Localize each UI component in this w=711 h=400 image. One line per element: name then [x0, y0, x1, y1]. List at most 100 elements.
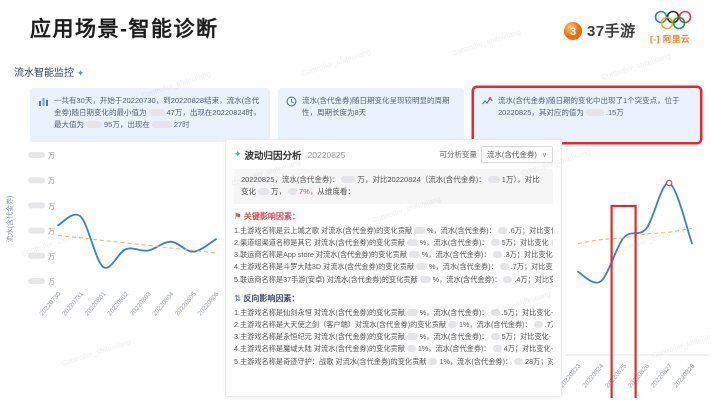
redacted-y-tick	[28, 152, 45, 158]
factor-line: 5.联运商名称是37手游(安卓) 对流水(含代金券)的变化贡献 %，流水(含代金券…	[234, 274, 553, 286]
svg-text:万: 万	[48, 228, 55, 236]
x-axis-tick: 20220827	[650, 362, 674, 389]
text-segment: %，流水(含代金券)：	[429, 262, 498, 272]
factor-line: 4.主游戏名称是魔域大陆 对流水(含代金券)的变化贡献 1%，流水(含代金券)： 4…	[234, 343, 553, 355]
x-axis-tick: 20220805	[174, 290, 198, 317]
insight-card-overview: 一共有30天，开始于20220730，到20220828结束，流水(含代金券)随…	[30, 88, 270, 142]
svg-text:万: 万	[48, 278, 55, 286]
clock-icon	[286, 96, 297, 107]
text-segment: .15万	[605, 108, 624, 117]
factor-line: 4.主游戏名称是斗罗大陆3D 对流水(含代金券)的变化贡献 %，流水(含代金券)：…	[234, 261, 553, 273]
redacted-value	[487, 176, 500, 183]
watermark: Controller_shifeixiang	[450, 27, 522, 58]
line-chart-svg: 2022082320220824202208252022082620220827…	[559, 179, 710, 400]
summary-box: 20220825，流水(含代金券)： 万，对比20220824（流水(含代金券)：…	[234, 169, 553, 204]
redacted-value	[499, 263, 509, 271]
key-factors-label: ⚑ 关键影响因素：	[234, 210, 300, 221]
text-segment: 万，对比20220824（流水(含代金券)：	[357, 175, 486, 184]
redacted-value	[414, 226, 426, 234]
redacted-value	[86, 121, 102, 128]
text-segment: .7万；对比变化-	[544, 319, 553, 329]
text-segment: 3.联运商名称是App store 对流水(含代金券)的变化贡献	[234, 250, 407, 260]
text-segment: 5.联运商名称是37手游(安卓) 对流水(含代金券)的变化贡献	[234, 274, 418, 284]
text-segment: %，流水(含代金券)：	[419, 307, 489, 317]
olympic-rings-icon	[654, 10, 692, 30]
x-axis-tick: 20220802	[106, 290, 130, 317]
redacted-value	[408, 251, 420, 259]
redacted-y-tick	[28, 278, 45, 284]
metric-select[interactable]: 流水(含代金券) ∨	[480, 146, 553, 163]
redacted-value	[406, 333, 418, 341]
metric-line	[57, 213, 217, 269]
reverse-icon: ⇅	[234, 292, 242, 303]
text-segment: .3万；对比变化	[503, 250, 553, 260]
svg-text:万: 万	[48, 177, 55, 185]
factor-line: 3.主游戏名称是永恒纪元 对流水(含代金券)的变化贡献 %，流水(含代金券)： 5万…	[234, 331, 553, 343]
svg-text:3: 3	[570, 26, 576, 38]
redacted-value	[490, 308, 500, 316]
text-segment: %，流水(含代金券)：	[419, 332, 489, 342]
text-segment: .4万；对比变化	[514, 274, 553, 284]
attribution-date: 20220825	[307, 149, 346, 160]
redacted-value	[533, 320, 543, 328]
flag-icon: ⚑	[234, 210, 242, 221]
x-axis-tick: 20220825	[604, 362, 628, 389]
text-segment: 3.主游戏名称是永恒纪元 对流水(含代金券)的变化贡献	[234, 332, 405, 342]
bar-chart-icon	[39, 98, 48, 106]
factor-line: 2.渠道组渠道名称是其它 对流水(含代金券)的变化贡献 %，流水(含代金券)： 5万…	[234, 237, 553, 249]
slide: Controller_shifeixiang Controller_shifei…	[0, 0, 711, 400]
redacted-value	[492, 251, 502, 259]
redacted-value	[148, 109, 165, 116]
factor-line: 1.主游戏名称是仙剑永恒 对流水(含代金券)的变化贡献 %，流水(含代金券)： .5…	[234, 307, 553, 319]
text-segment: 万，	[271, 187, 286, 197]
x-axis-tick: 20220823	[559, 362, 583, 389]
anomaly-icon	[482, 97, 493, 105]
x-axis-tick: 20220804	[151, 290, 175, 317]
aliyun-bracket-icon: [-]	[650, 34, 660, 44]
redacted-value	[490, 333, 500, 341]
text-segment: 20220825，流水(含代金券)：	[241, 175, 340, 184]
aliyun-logo: [-] 阿里云	[650, 34, 690, 44]
text-segment: 1%，流水(含代金券)：	[417, 344, 491, 354]
reverse-factors-list: 1.主游戏名称是仙剑永恒 对流水(含代金券)的变化贡献 %，流水(含代金券)： .5…	[234, 307, 553, 368]
redacted-value	[406, 345, 416, 353]
redacted-value	[406, 308, 418, 316]
metric-select-label: 可分析变量	[439, 150, 477, 159]
text-segment: .7万；对比变化	[510, 262, 553, 272]
text-segment: 从维度看：	[317, 187, 355, 197]
insight-card-anomaly: 流水(含代金券)随日期的变化中出现了1个突变点，位于20220825，其对应的值…	[474, 88, 700, 142]
sparkle-icon: ✦	[76, 68, 85, 78]
reverse-factors-label: ⇅ 反向影响因素：	[234, 292, 300, 303]
text-segment: 1.主游戏名称是仙剑永恒 对流水(含代金券)的变化贡献	[234, 307, 405, 317]
redacted-value	[151, 121, 172, 128]
redacted-value	[288, 188, 297, 196]
peak-marker	[665, 179, 673, 187]
text-segment: %，流水(含代金券)：	[432, 274, 502, 284]
x-axis-tick: 20220803	[129, 290, 153, 317]
x-axis-tick: 20220828	[673, 362, 697, 389]
attribution-title: 波动归因分析	[244, 150, 302, 162]
redacted-value	[497, 226, 507, 234]
redacted-value	[550, 238, 553, 246]
x-axis-tick: 20220806	[197, 290, 221, 317]
37shouyou-logo-text: 37手游	[587, 23, 636, 40]
redacted-value	[428, 357, 438, 365]
text-segment: 2.渠道组渠道名称是其它 对流水(含代金券)的变化贡献	[234, 237, 405, 247]
redacted-value	[341, 176, 356, 183]
x-axis-tick: 20220824	[581, 362, 605, 389]
text-segment: 4.主游戏名称是魔域大陆 对流水(含代金券)的变化贡献	[234, 344, 405, 354]
redacted-value	[406, 238, 418, 246]
redacted-value	[492, 345, 502, 353]
redacted-value	[514, 357, 524, 365]
sparkle-icon: ✦	[234, 149, 242, 159]
redacted-value	[585, 109, 604, 116]
x-axis-tick: 20220731	[61, 290, 85, 317]
text-segment: 2.主游戏名称是大天使之剑（客户端）对流水(含代金券)的变化贡献	[234, 319, 447, 329]
dashboard-title: 流水智能监控 ✦	[14, 68, 85, 79]
redacted-value	[490, 238, 500, 246]
text-segment: .6万；对比变化	[508, 225, 553, 235]
37shouyou-mark-icon: 3	[564, 21, 582, 40]
text-segment: 1.主游戏名称是云上城之歌 对流水(含代金券)的变化贡献	[234, 225, 413, 235]
svg-text:万: 万	[48, 152, 55, 160]
metric-select-value: 流水(含代金券)	[486, 150, 537, 159]
